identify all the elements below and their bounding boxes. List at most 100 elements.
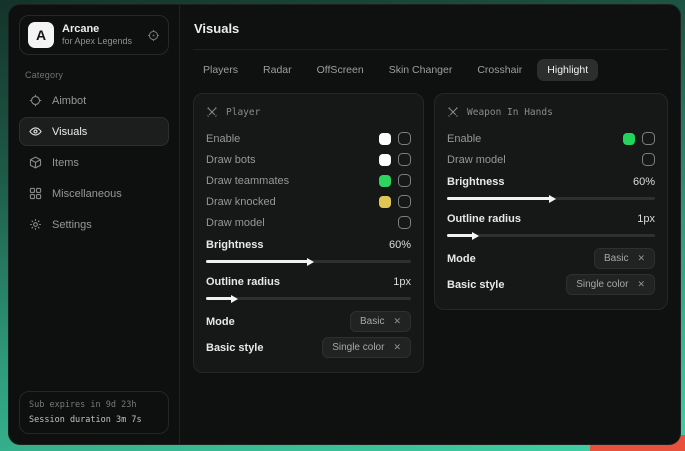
setting-row: Draw teammates <box>206 170 411 191</box>
setting-row: Draw model <box>206 212 411 233</box>
slider-label: Outline radius <box>447 213 521 225</box>
slider-fill <box>447 197 551 200</box>
crossed-swords-icon <box>206 106 218 118</box>
chip-label: Single color <box>332 342 384 353</box>
tab-players[interactable]: Players <box>193 59 248 81</box>
slider-fill <box>206 260 309 263</box>
slider-thumb[interactable] <box>231 295 238 303</box>
setting-label: Draw model <box>206 217 265 229</box>
slider-track[interactable] <box>447 197 655 200</box>
slider-fill <box>206 297 233 300</box>
checkbox[interactable] <box>642 153 655 166</box>
color-swatch[interactable] <box>379 154 391 166</box>
card-title: Player <box>226 107 260 118</box>
tab-bar: PlayersRadarOffScreenSkin ChangerCrossha… <box>193 59 668 81</box>
checkbox[interactable] <box>642 132 655 145</box>
slider-thumb[interactable] <box>549 195 556 203</box>
page-title: Visuals <box>193 5 668 50</box>
checkbox[interactable] <box>398 153 411 166</box>
slider-head: Outline radius1px <box>206 272 411 292</box>
setting-label: Draw teammates <box>206 175 289 187</box>
close-icon[interactable]: ✕ <box>393 316 401 327</box>
selected-option-chip[interactable]: Single color ✕ <box>566 274 655 295</box>
color-swatch[interactable] <box>379 175 391 187</box>
slider-thumb[interactable] <box>472 232 479 240</box>
setting-controls <box>379 153 411 166</box>
setting-controls <box>379 132 411 145</box>
selected-option-chip[interactable]: Basic ✕ <box>350 311 411 332</box>
setting-row: Enable <box>206 128 411 149</box>
subscription-info-box: Sub expires in 9d 23h Session duration 3… <box>19 391 169 434</box>
close-icon[interactable]: ✕ <box>637 253 645 264</box>
chip-label: Basic <box>604 253 628 264</box>
slider-label: Brightness <box>206 239 263 251</box>
sidebar-item-settings[interactable]: Settings <box>19 210 169 239</box>
setting-label: Mode <box>206 316 235 328</box>
sidebar: A Arcane for Apex Legends Category Aimbo… <box>9 5 180 444</box>
tab-skin-changer[interactable]: Skin Changer <box>379 59 463 81</box>
sidebar-item-aimbot[interactable]: Aimbot <box>19 86 169 115</box>
slider-head: Brightness60% <box>206 235 411 255</box>
slider-value: 1px <box>637 213 655 225</box>
slider-head: Outline radius 1px <box>447 209 655 229</box>
selected-option-chip[interactable]: Single color ✕ <box>322 337 411 358</box>
sidebar-item-visuals[interactable]: Visuals <box>19 117 169 146</box>
card-header: Weapon In Hands <box>447 106 655 118</box>
slider-thumb[interactable] <box>307 258 314 266</box>
selected-option-chip[interactable]: Basic ✕ <box>594 248 655 269</box>
sidebar-item-label: Aimbot <box>52 95 86 107</box>
setting-label: Basic style <box>206 342 263 354</box>
checkbox[interactable] <box>398 195 411 208</box>
setting-controls <box>379 174 411 187</box>
tab-radar[interactable]: Radar <box>253 59 302 81</box>
close-icon[interactable]: ✕ <box>393 342 401 353</box>
setting-row: Basic style Single color ✕ <box>206 335 411 360</box>
session-duration-text: Session duration 3m 7s <box>29 415 159 425</box>
sidebar-item-label: Items <box>52 157 79 169</box>
setting-label: Enable <box>206 133 240 145</box>
slider-value: 60% <box>633 176 655 188</box>
setting-label: Draw model <box>447 154 506 166</box>
setting-row: ModeBasic✕ <box>447 246 655 271</box>
app-titles: Arcane for Apex Legends <box>62 23 132 48</box>
setting-row: Draw knocked <box>206 191 411 212</box>
slider-setting: Brightness60% <box>447 172 655 200</box>
slider-track[interactable] <box>447 234 655 237</box>
setting-label: Basic style <box>447 279 504 291</box>
eye-icon <box>29 125 42 138</box>
slider-track[interactable] <box>206 297 411 300</box>
sidebar-item-label: Miscellaneous <box>52 188 122 200</box>
setting-controls <box>642 153 655 166</box>
setting-row: Mode Basic ✕ <box>206 309 411 334</box>
crossed-swords-icon <box>447 106 459 118</box>
checkbox[interactable] <box>398 132 411 145</box>
target-icon[interactable] <box>147 29 160 42</box>
tab-offscreen[interactable]: OffScreen <box>307 59 374 81</box>
tab-highlight[interactable]: Highlight <box>537 59 598 81</box>
checkbox[interactable] <box>398 174 411 187</box>
setting-row: Enable <box>447 128 655 149</box>
slider-setting: Outline radius1px <box>206 272 411 300</box>
slider-label: Outline radius <box>206 276 280 288</box>
app-title: Arcane <box>62 23 132 37</box>
box-icon <box>29 156 42 169</box>
color-swatch[interactable] <box>379 196 391 208</box>
setting-row: Draw bots <box>206 149 411 170</box>
chip-label: Basic <box>360 316 384 327</box>
sidebar-item-miscellaneous[interactable]: Miscellaneous <box>19 179 169 208</box>
color-swatch[interactable] <box>623 133 635 145</box>
setting-controls <box>379 195 411 208</box>
checkbox[interactable] <box>398 216 411 229</box>
sidebar-item-label: Visuals <box>52 126 87 138</box>
main-content: Visuals PlayersRadarOffScreenSkin Change… <box>180 5 681 444</box>
tab-crosshair[interactable]: Crosshair <box>467 59 532 81</box>
settings-card: Weapon In Hands Enable Draw model Brightnes… <box>434 93 668 310</box>
slider-track[interactable] <box>206 260 411 263</box>
chip-label: Single color <box>576 279 628 290</box>
color-swatch[interactable] <box>379 133 391 145</box>
slider-setting: Brightness60% <box>206 235 411 263</box>
close-icon[interactable]: ✕ <box>637 279 645 290</box>
sidebar-item-items[interactable]: Items <box>19 148 169 177</box>
gear-icon <box>29 218 42 231</box>
setting-label: Enable <box>447 133 481 145</box>
